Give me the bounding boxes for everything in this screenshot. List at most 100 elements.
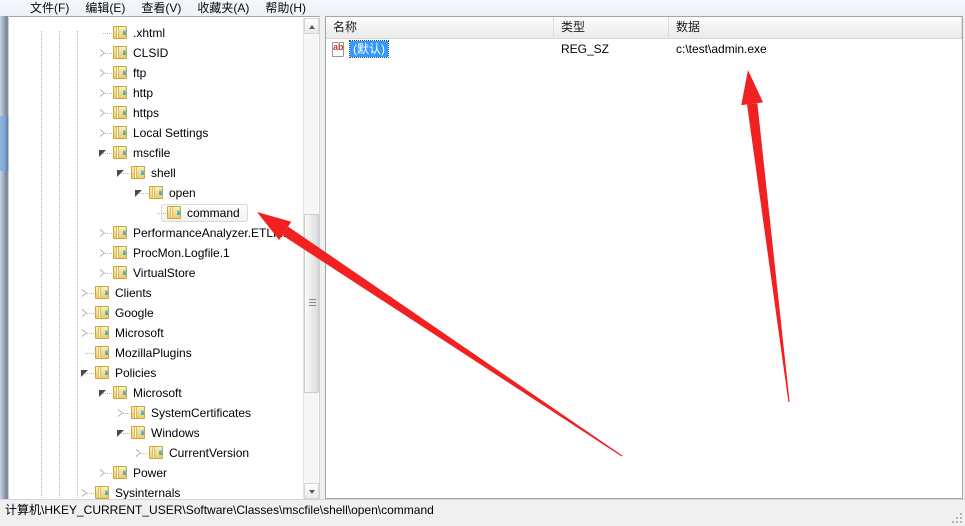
tree-item-clients[interactable]: Clients: [9, 283, 305, 303]
window-client-area: .xhtml CLSID ftp http https Local Settings msc…: [0, 16, 965, 500]
tree-item-mozillaplugins[interactable]: MozillaPlugins: [9, 343, 305, 363]
registry-key-folder-icon: [149, 186, 163, 199]
registry-values-pane[interactable]: 名称 类型 数据 ab (默认) REG_SZ c:\test\admin.exe: [325, 16, 963, 499]
tree-item-procmon-logfile-1[interactable]: ProcMon.Logfile.1: [9, 243, 305, 263]
tree-item-label: Local Settings: [133, 126, 209, 140]
tree-item-windows[interactable]: Windows: [9, 423, 305, 443]
registry-key-folder-icon: [95, 346, 109, 359]
tree-item-microsoft[interactable]: Microsoft: [9, 323, 305, 343]
tree-item-policies[interactable]: Policies: [9, 363, 305, 383]
tree-connector-line: [103, 273, 113, 274]
tree-connector-line: [85, 293, 95, 294]
tree-item-open[interactable]: open: [9, 183, 305, 203]
tree-item-label: mscfile: [133, 146, 171, 160]
tree-connector-line: [103, 153, 113, 154]
registry-key-folder-icon: [131, 406, 145, 419]
tree-item-label: Microsoft: [115, 326, 164, 340]
menu-view[interactable]: 查看(V): [133, 0, 189, 16]
tree-vertical-scrollbar[interactable]: [303, 18, 319, 499]
tree-item-https[interactable]: https: [9, 103, 305, 123]
tree-item-google[interactable]: Google: [9, 303, 305, 323]
tree-connector-line: [139, 453, 149, 454]
tree-item-label: http: [133, 86, 154, 100]
menu-bar: 文件(F) 编辑(E) 查看(V) 收藏夹(A) 帮助(H): [0, 0, 965, 16]
tree-item-label: Windows: [151, 426, 200, 440]
tree-item-ftp[interactable]: ftp: [9, 63, 305, 83]
column-data[interactable]: 数据: [669, 17, 962, 38]
scroll-up-button[interactable]: [304, 18, 319, 34]
tree-item-mscfile[interactable]: mscfile: [9, 143, 305, 163]
registry-key-folder-icon: [113, 226, 127, 239]
tree-item-sysinternals[interactable]: Sysinternals: [9, 483, 305, 500]
scrollbar-thumb[interactable]: [304, 213, 319, 394]
tree-item-label: Microsoft: [133, 386, 182, 400]
tree-item-clsid[interactable]: CLSID: [9, 43, 305, 63]
tree-item-label: CLSID: [133, 46, 169, 60]
tree-item-virtualstore[interactable]: VirtualStore: [9, 263, 305, 283]
tree-item-currentversion[interactable]: CurrentVersion: [9, 443, 305, 463]
status-bar-path: 计算机\HKEY_CURRENT_USER\Software\Classes\m…: [5, 503, 434, 517]
tree-connector-line: [103, 133, 113, 134]
resize-grip-icon[interactable]: [950, 511, 962, 523]
registry-key-folder-icon: [131, 166, 145, 179]
window-edge-highlight: [0, 116, 9, 171]
registry-key-folder-icon: [113, 266, 127, 279]
tree-connector-line: [103, 73, 113, 74]
tree-connector-line: [103, 253, 113, 254]
tree-connector-line: [157, 213, 167, 214]
tree-item--xhtml[interactable]: .xhtml: [9, 23, 305, 43]
tree-item-local-settings[interactable]: Local Settings: [9, 123, 305, 143]
tree-item-label: Power: [133, 466, 168, 480]
tree-item-label: MozillaPlugins: [115, 346, 192, 360]
tree-item-performanceanalyzer-etlfile[interactable]: PerformanceAnalyzer.ETLFile: [9, 223, 305, 243]
tree-connector-line: [121, 433, 131, 434]
tree-item-label: https: [133, 106, 160, 120]
scroll-down-button[interactable]: [304, 483, 319, 499]
tree-connector-line: [85, 493, 95, 494]
menu-file[interactable]: 文件(F): [22, 0, 77, 16]
registry-key-folder-icon: [131, 426, 145, 439]
regedit-window: 文件(F) 编辑(E) 查看(V) 收藏夹(A) 帮助(H) .xhtml CLSID ft…: [0, 0, 965, 526]
status-bar: 计算机\HKEY_CURRENT_USER\Software\Classes\m…: [0, 499, 965, 526]
registry-key-folder-icon: [113, 106, 127, 119]
registry-key-folder-icon: [95, 286, 109, 299]
registry-tree[interactable]: .xhtml CLSID ftp http https Local Settings msc…: [9, 17, 305, 500]
registry-key-folder-icon: [113, 26, 127, 39]
registry-key-folder-icon: [113, 46, 127, 59]
tree-item-systemcertificates[interactable]: SystemCertificates: [9, 403, 305, 423]
tree-item-label: CurrentVersion: [169, 446, 250, 460]
tree-item-command[interactable]: command: [9, 203, 305, 223]
tree-connector-line: [85, 313, 95, 314]
tree-connector-line: [139, 193, 149, 194]
tree-item-http[interactable]: http: [9, 83, 305, 103]
tree-item-label: Clients: [115, 286, 152, 300]
value-name[interactable]: (默认): [349, 40, 389, 58]
scrollbar-grip-icon: [309, 299, 316, 308]
tree-connector-line: [103, 393, 113, 394]
menu-favorites[interactable]: 收藏夹(A): [189, 0, 257, 16]
tree-item-label: .xhtml: [133, 26, 166, 40]
values-column-header[interactable]: 名称 类型 数据: [326, 17, 962, 39]
registry-key-folder-icon: [113, 66, 127, 79]
registry-key-folder-icon: [113, 146, 127, 159]
string-value-icon: ab: [332, 42, 347, 58]
value-row[interactable]: ab (默认) REG_SZ c:\test\admin.exe: [326, 39, 962, 59]
tree-item-label: ftp: [133, 66, 147, 80]
registry-key-folder-icon: [113, 246, 127, 259]
chevron-up-icon: [309, 25, 315, 29]
menu-help[interactable]: 帮助(H): [257, 0, 314, 16]
registry-tree-pane[interactable]: .xhtml CLSID ftp http https Local Settings msc…: [9, 16, 320, 500]
value-type: REG_SZ: [561, 42, 610, 56]
tree-item-power[interactable]: Power: [9, 463, 305, 483]
tree-connector-line: [85, 373, 95, 374]
menu-edit[interactable]: 编辑(E): [77, 0, 133, 16]
tree-connector-line: [103, 233, 113, 234]
column-name[interactable]: 名称: [326, 17, 554, 38]
tree-item-label: PerformanceAnalyzer.ETLFile: [133, 226, 293, 240]
tree-item-shell[interactable]: shell: [9, 163, 305, 183]
tree-item-microsoft[interactable]: Microsoft: [9, 383, 305, 403]
registry-key-folder-icon: [95, 366, 109, 379]
tree-connector-line: [103, 473, 113, 474]
column-type[interactable]: 类型: [554, 17, 669, 38]
tree-connector-line: [103, 33, 113, 34]
